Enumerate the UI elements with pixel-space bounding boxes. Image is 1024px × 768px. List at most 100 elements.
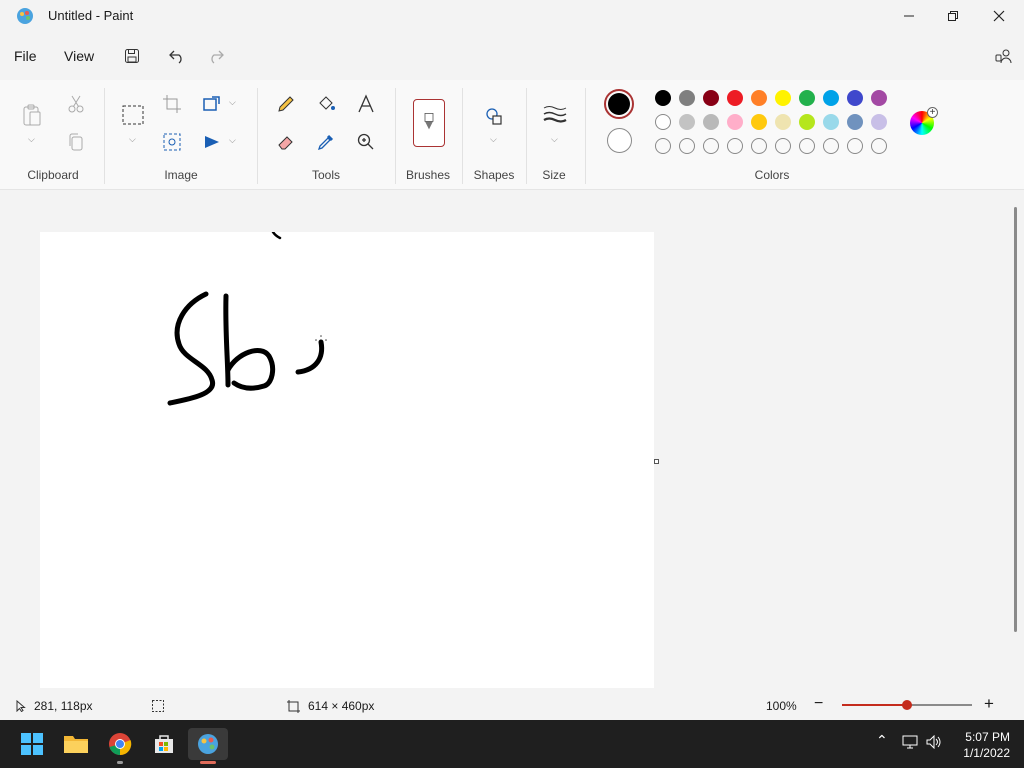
restore-button[interactable] xyxy=(930,0,976,32)
color-swatch[interactable] xyxy=(727,90,743,106)
shapes-button[interactable] xyxy=(480,102,508,130)
fill-button[interactable] xyxy=(312,90,340,118)
store-button[interactable] xyxy=(144,728,184,760)
zoom-in-button[interactable]: + xyxy=(984,694,994,714)
shapes-chevron-icon[interactable]: ⌵ xyxy=(490,134,497,145)
color-swatch[interactable] xyxy=(751,114,767,130)
resize-chevron-icon[interactable]: ⌵ xyxy=(229,97,236,108)
shapes-icon xyxy=(486,108,502,125)
separator xyxy=(526,88,527,184)
paste-chevron-icon[interactable]: ⌵ xyxy=(28,134,35,145)
empty-color-slot[interactable] xyxy=(703,138,719,154)
save-button[interactable] xyxy=(120,44,144,68)
eraser-button[interactable] xyxy=(272,128,300,156)
line-size-icon xyxy=(543,106,567,123)
color-swatch[interactable] xyxy=(751,90,767,106)
select-button[interactable] xyxy=(118,100,148,130)
group-label-brushes: Brushes xyxy=(405,168,451,182)
copy-button[interactable] xyxy=(62,128,90,156)
group-label-shapes: Shapes xyxy=(473,168,515,182)
color-swatch[interactable] xyxy=(727,114,743,130)
separator xyxy=(104,88,105,184)
pencil-button[interactable] xyxy=(272,90,300,118)
account-button[interactable] xyxy=(992,44,1016,68)
canvas-workspace xyxy=(0,191,1024,690)
color-swatch[interactable] xyxy=(823,90,839,106)
resize-button[interactable] xyxy=(198,90,226,118)
rotate-button[interactable] xyxy=(198,128,226,156)
zoom-slider-thumb[interactable] xyxy=(902,700,912,710)
secondary-color-button[interactable] xyxy=(607,128,632,153)
empty-color-slot[interactable] xyxy=(679,138,695,154)
volume-icon[interactable] xyxy=(926,735,942,749)
close-button[interactable] xyxy=(976,0,1022,32)
zoom-out-button[interactable]: − xyxy=(814,695,823,713)
empty-color-slot[interactable] xyxy=(727,138,743,154)
status-bar: 281, 118px 614 × 460px 100% − + xyxy=(0,690,1024,720)
color-swatch[interactable] xyxy=(679,90,695,106)
size-chevron-icon[interactable]: ⌵ xyxy=(551,134,558,145)
minimize-button[interactable] xyxy=(886,0,932,32)
redo-button[interactable] xyxy=(204,44,228,68)
paint-icon xyxy=(198,734,218,754)
magnifier-button[interactable] xyxy=(352,128,380,156)
color-swatch[interactable] xyxy=(679,114,695,130)
color-swatch[interactable] xyxy=(775,90,791,106)
rotate-chevron-icon[interactable]: ⌵ xyxy=(229,135,236,146)
size-button[interactable] xyxy=(541,100,569,128)
zoom-slider[interactable] xyxy=(842,700,972,710)
primary-color-button[interactable] xyxy=(604,89,634,119)
image-select-button[interactable] xyxy=(158,128,186,156)
group-label-size: Size xyxy=(542,168,566,182)
color-swatch[interactable] xyxy=(871,90,887,106)
store-icon xyxy=(155,735,173,753)
menu-bar: File View xyxy=(0,36,1024,76)
resize-icon xyxy=(203,96,220,111)
color-swatch[interactable] xyxy=(823,114,839,130)
zoom-level-text: 100% xyxy=(766,699,797,713)
canvas-resize-handle[interactable] xyxy=(654,459,659,464)
color-swatch[interactable] xyxy=(655,114,671,130)
paint-taskbar-button[interactable] xyxy=(188,728,228,764)
color-swatch[interactable] xyxy=(799,114,815,130)
empty-color-slot[interactable] xyxy=(799,138,815,154)
clock[interactable]: 5:07 PM 1/1/2022 xyxy=(963,729,1010,761)
edit-colors-button[interactable]: + xyxy=(910,107,938,135)
cursor-position-status: 281, 118px xyxy=(16,699,93,713)
color-swatch[interactable] xyxy=(847,90,863,106)
text-button[interactable] xyxy=(352,90,380,118)
show-hidden-icons-button[interactable]: ⌃ xyxy=(876,732,888,749)
color-swatch[interactable] xyxy=(655,90,671,106)
drawing-canvas[interactable] xyxy=(40,228,654,688)
select-chevron-icon[interactable]: ⌵ xyxy=(129,134,136,145)
pencil-icon xyxy=(278,96,294,112)
cursor-position-text: 281, 118px xyxy=(34,699,93,713)
empty-color-slot[interactable] xyxy=(847,138,863,154)
empty-color-slot[interactable] xyxy=(775,138,791,154)
start-button[interactable] xyxy=(12,728,52,760)
paste-button[interactable] xyxy=(18,100,46,130)
empty-color-slot[interactable] xyxy=(871,138,887,154)
network-icon[interactable] xyxy=(902,735,918,749)
empty-color-slot[interactable] xyxy=(655,138,671,154)
file-explorer-button[interactable] xyxy=(56,728,96,760)
clock-date: 1/1/2022 xyxy=(963,746,1010,760)
color-swatch[interactable] xyxy=(871,114,887,130)
cut-button[interactable] xyxy=(62,90,90,118)
crop-button[interactable] xyxy=(158,90,186,118)
brushes-button[interactable] xyxy=(413,99,445,147)
color-swatch[interactable] xyxy=(703,114,719,130)
color-swatch[interactable] xyxy=(775,114,791,130)
undo-button[interactable] xyxy=(165,44,189,68)
menu-view[interactable]: View xyxy=(60,46,98,66)
separator xyxy=(585,88,586,184)
vertical-scrollbar[interactable] xyxy=(1014,207,1017,632)
color-swatch[interactable] xyxy=(703,90,719,106)
color-swatch[interactable] xyxy=(847,114,863,130)
color-swatch[interactable] xyxy=(799,90,815,106)
chrome-button[interactable] xyxy=(100,728,140,764)
menu-file[interactable]: File xyxy=(10,46,41,66)
empty-color-slot[interactable] xyxy=(823,138,839,154)
color-picker-button[interactable] xyxy=(312,128,340,156)
empty-color-slot[interactable] xyxy=(751,138,767,154)
